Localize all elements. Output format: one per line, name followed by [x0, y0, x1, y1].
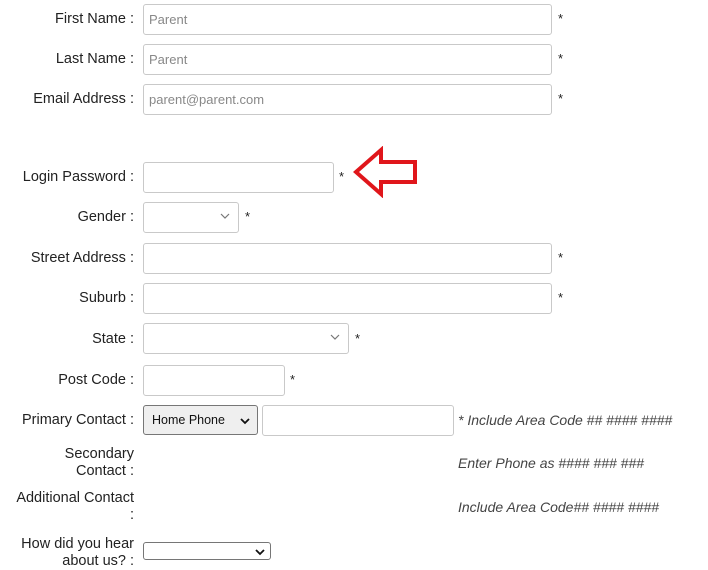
additional-contact-label-line1: Additional Contact — [16, 490, 134, 506]
gender-select[interactable] — [143, 202, 239, 233]
chevron-down-icon — [220, 213, 230, 219]
secondary-contact-label-line2: Contact : — [75, 463, 134, 479]
state-required-mark: * — [355, 331, 361, 346]
primary-contact-label: Primary Contact : — [22, 412, 134, 428]
suburb-input[interactable] — [143, 283, 552, 314]
password-required-mark: * — [339, 169, 345, 184]
street-address-label: Street Address : — [30, 250, 134, 266]
heard-about-label-line2: about us? : — [62, 553, 134, 569]
last-name-required-mark: * — [558, 51, 564, 66]
primary-contact-type-select[interactable]: Home Phone — [143, 405, 258, 435]
email-input[interactable]: parent@parent.com — [143, 84, 552, 115]
gender-label: Gender : — [77, 209, 134, 225]
additional-contact-hint: Include Area Code## #### #### — [458, 499, 660, 515]
suburb-required-mark: * — [558, 290, 564, 305]
state-select[interactable] — [143, 323, 349, 354]
email-label: Email Address : — [33, 91, 134, 107]
chevron-down-icon — [240, 418, 250, 425]
first-name-input[interactable]: Parent — [143, 4, 552, 35]
primary-contact-input[interactable] — [262, 405, 454, 436]
secondary-contact-hint: Enter Phone as #### ### ### — [458, 455, 645, 471]
heard-about-label-line1: How did you hear — [21, 536, 134, 552]
secondary-contact-label-line1: Secondary — [64, 446, 134, 462]
last-name-input[interactable]: Parent — [143, 44, 552, 75]
chevron-down-icon — [255, 549, 265, 556]
first-name-label: First Name : — [55, 11, 134, 27]
first-name-required-mark: * — [558, 11, 564, 26]
additional-contact-label-line2: : — [129, 507, 134, 523]
password-label: Login Password : — [22, 169, 134, 185]
primary-contact-type-value: Home Phone — [152, 413, 225, 427]
street-address-input[interactable] — [143, 243, 552, 274]
arrow-left-icon — [353, 146, 417, 198]
gender-required-mark: * — [245, 209, 251, 224]
post-code-input[interactable] — [143, 365, 285, 396]
heard-about-select[interactable] — [143, 542, 271, 560]
chevron-down-icon — [330, 334, 340, 340]
post-code-label: Post Code : — [58, 372, 134, 388]
email-required-mark: * — [558, 91, 564, 106]
password-input[interactable] — [143, 162, 334, 193]
post-code-required-mark: * — [290, 372, 296, 387]
last-name-label: Last Name : — [55, 51, 134, 67]
primary-contact-hint: * Include Area Code ## #### #### — [458, 412, 673, 428]
state-label: State : — [92, 331, 134, 347]
suburb-label: Suburb : — [79, 290, 134, 306]
street-address-required-mark: * — [558, 250, 564, 265]
